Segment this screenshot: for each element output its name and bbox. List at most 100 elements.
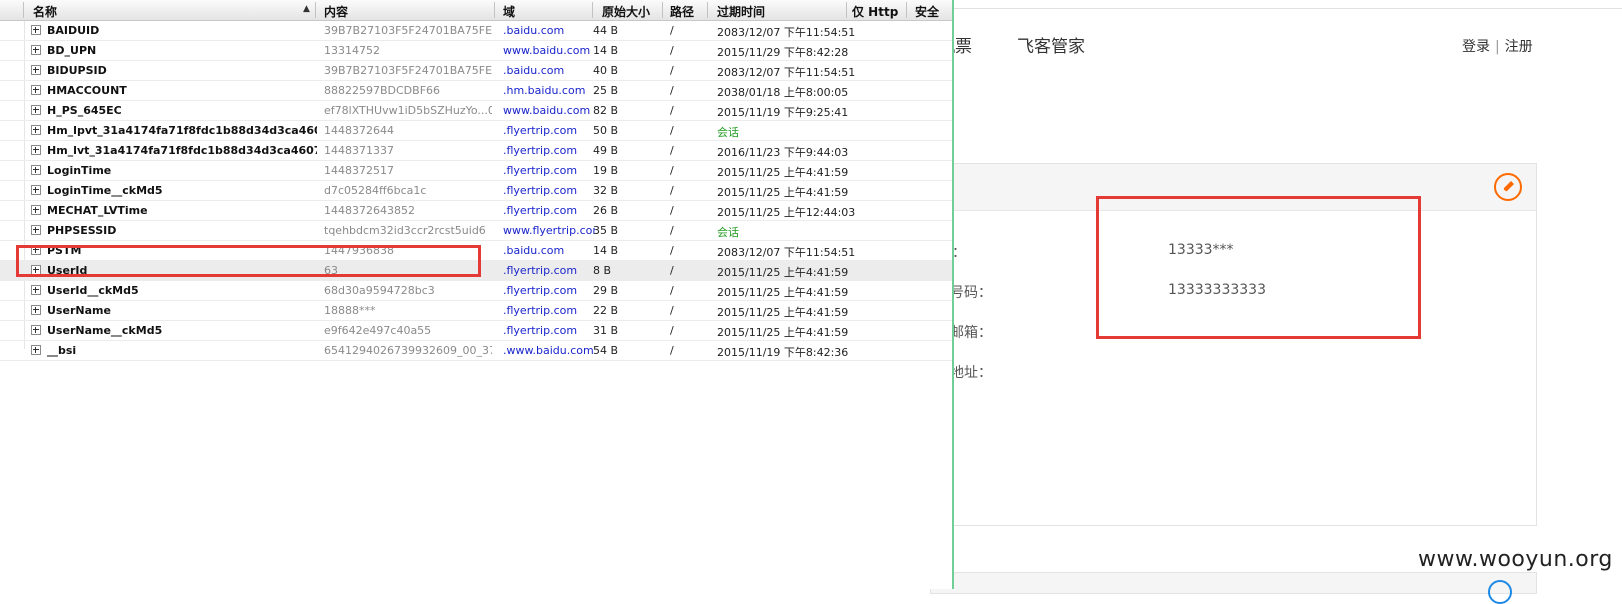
cookie-content: 39B7B27103F5F24701BA75FE4F0E xyxy=(324,64,492,77)
cookie-content: 1448371337 xyxy=(324,144,394,157)
column-header-content[interactable]: 内容 xyxy=(324,3,348,20)
expand-icon[interactable] xyxy=(31,325,41,335)
cookie-path: / xyxy=(670,84,674,97)
cookie-domain: www.baidu.com xyxy=(503,44,591,57)
column-header-name[interactable]: 名称 xyxy=(33,3,57,20)
expand-icon[interactable] xyxy=(31,345,41,355)
cookie-domain: .flyertrip.com xyxy=(503,184,578,197)
cookie-path: / xyxy=(670,244,674,257)
cookie-content: 39B7B27103F5F24701BA75FE4F0E xyxy=(324,24,492,37)
table-row[interactable]: MECHAT_LVTime 1448372643852 .flyertrip.com… xyxy=(0,201,952,221)
cookie-path: / xyxy=(670,24,674,37)
cookie-expires: 2015/11/25 上午12:44:03 xyxy=(717,206,856,219)
table-row[interactable]: UserName 18888*** .flyertrip.com 22 B / 2015/… xyxy=(0,301,952,321)
cookie-size: 14 B xyxy=(593,44,619,57)
cookie-path: / xyxy=(670,284,674,297)
expand-icon[interactable] xyxy=(31,145,41,155)
cookie-expires: 2015/11/25 上午4:41:59 xyxy=(717,266,849,279)
cookie-domain: .baidu.com xyxy=(503,244,565,257)
cookie-name: BIDUPSID xyxy=(47,64,107,77)
cookie-size: 44 B xyxy=(593,24,619,37)
cookie-domain: .hm.baidu.com xyxy=(503,84,586,97)
table-row[interactable]: BD_UPN 13314752 www.baidu.com 14 B / 2015/11/… xyxy=(0,41,952,61)
expand-icon[interactable] xyxy=(31,85,41,95)
column-divider[interactable] xyxy=(707,2,708,18)
column-divider[interactable] xyxy=(906,2,907,18)
table-row[interactable]: UserId__ckMd5 68d30a9594728bc3 .flyertrip.… xyxy=(0,281,952,301)
cookie-content: d7c05284ff6bca1c xyxy=(324,184,427,197)
sort-ascending-icon: ▲ xyxy=(303,4,310,14)
cookie-path: / xyxy=(670,204,674,217)
cookie-content: tqehbdcm32id3ccr2rcst5uid6 xyxy=(324,224,486,237)
column-header-size[interactable]: 原始大小 xyxy=(602,3,650,20)
info-icon[interactable] xyxy=(1488,580,1512,604)
edit-icon[interactable] xyxy=(1494,173,1522,201)
column-divider[interactable] xyxy=(846,2,847,18)
register-link[interactable]: 注册 xyxy=(1505,39,1533,55)
column-divider[interactable] xyxy=(494,2,495,18)
cookie-size: 25 B xyxy=(593,84,619,97)
cookie-expires: 会话 xyxy=(717,226,739,239)
cookie-size: 29 B xyxy=(593,284,619,297)
cookie-path: / xyxy=(670,64,674,77)
cookie-domain: www.flyertrip.com xyxy=(503,224,595,237)
cookie-domain: .flyertrip.com xyxy=(503,284,578,297)
table-row[interactable]: __bsi 6541294026739932609_00_37_R_ .www.ba… xyxy=(0,341,952,361)
table-row[interactable]: HMACCOUNT 88822597BDCDBF66 .hm.baidu.com 25… xyxy=(0,81,952,101)
table-row[interactable]: PHPSESSID tqehbdcm32id3ccr2rcst5uid6 www.f… xyxy=(0,221,952,241)
table-row[interactable]: LoginTime 1448372517 .flyertrip.com 19 B / 20… xyxy=(0,161,952,181)
cookie-size: 22 B xyxy=(593,304,619,317)
column-divider[interactable] xyxy=(662,2,663,18)
expand-icon[interactable] xyxy=(31,45,41,55)
profile-label-account: ： xyxy=(952,245,966,261)
column-divider[interactable] xyxy=(592,2,593,18)
expand-icon[interactable] xyxy=(31,225,41,235)
column-header-domain[interactable]: 域 xyxy=(503,3,515,20)
cookie-path: / xyxy=(670,104,674,117)
cookie-table-header: 名称 ▲ 内容 域 原始大小 路径 过期时间 仅 Http 安全 xyxy=(0,0,952,21)
cookie-domain: .flyertrip.com xyxy=(503,324,578,337)
nav-flyer-manager[interactable]: 飞客管家 xyxy=(1017,32,1085,57)
cookie-domain: .flyertrip.com xyxy=(503,164,578,177)
cookie-table-body: BAIDUID 39B7B27103F5F24701BA75FE4F0E .baid… xyxy=(0,21,952,361)
expand-icon[interactable] xyxy=(31,165,41,175)
cookie-name: UserName__ckMd5 xyxy=(47,324,163,337)
expand-icon[interactable] xyxy=(31,105,41,115)
column-header-secure[interactable]: 安全 xyxy=(915,3,939,20)
cookie-path: / xyxy=(670,124,674,137)
expand-icon[interactable] xyxy=(31,185,41,195)
table-row[interactable]: Hm_lvt_31a4174fa71f8fdc1b88d34d3ca4607e 1… xyxy=(0,141,952,161)
column-header-expires[interactable]: 过期时间 xyxy=(717,3,765,20)
expand-icon[interactable] xyxy=(31,285,41,295)
cookie-name: H_PS_645EC xyxy=(47,104,122,117)
table-row[interactable]: UserName__ckMd5 e9f642e497c40a55 .flyertri… xyxy=(0,321,952,341)
cookie-name: Hm_lpvt_31a4174fa71f8fdc1b88d34d3ca4607e xyxy=(47,124,317,137)
table-row[interactable]: LoginTime__ckMd5 d7c05284ff6bca1c .flyertr… xyxy=(0,181,952,201)
cookie-name: PHPSESSID xyxy=(47,224,117,237)
column-header-path[interactable]: 路径 xyxy=(670,3,694,20)
cookie-domain: .baidu.com xyxy=(503,64,565,77)
expand-icon[interactable] xyxy=(31,125,41,135)
login-link[interactable]: 登录 xyxy=(1462,39,1490,55)
expand-icon[interactable] xyxy=(31,25,41,35)
cookie-size: 31 B xyxy=(593,324,619,337)
cookie-expires: 2015/11/19 下午8:42:36 xyxy=(717,346,849,359)
expand-icon[interactable] xyxy=(31,205,41,215)
cookie-expires: 会话 xyxy=(717,126,739,139)
cookie-path: / xyxy=(670,44,674,57)
cookie-content: 88822597BDCDBF66 xyxy=(324,84,441,97)
next-panel-header xyxy=(930,572,1537,594)
column-divider[interactable] xyxy=(315,2,316,18)
table-row[interactable]: H_PS_645EC ef78lXTHUvw1iD5bSZHuzYo...0dPp… xyxy=(0,101,952,121)
column-header-http-only[interactable]: 仅 Http xyxy=(852,3,898,20)
table-row[interactable]: BAIDUID 39B7B27103F5F24701BA75FE4F0E .baid… xyxy=(0,21,952,41)
table-row[interactable]: Hm_lpvt_31a4174fa71f8fdc1b88d34d3ca4607e… xyxy=(0,121,952,141)
expand-icon[interactable] xyxy=(31,65,41,75)
table-row[interactable]: BIDUPSID 39B7B27103F5F24701BA75FE4F0E .bai… xyxy=(0,61,952,81)
cookie-expires: 2038/01/18 上午8:00:05 xyxy=(717,86,849,99)
cookie-name: MECHAT_LVTime xyxy=(47,204,148,217)
cookie-expires: 2015/11/19 下午9:25:41 xyxy=(717,106,849,119)
profile-label-phone: 号码： xyxy=(950,285,992,301)
expand-icon[interactable] xyxy=(31,305,41,315)
cookie-path: / xyxy=(670,224,674,237)
